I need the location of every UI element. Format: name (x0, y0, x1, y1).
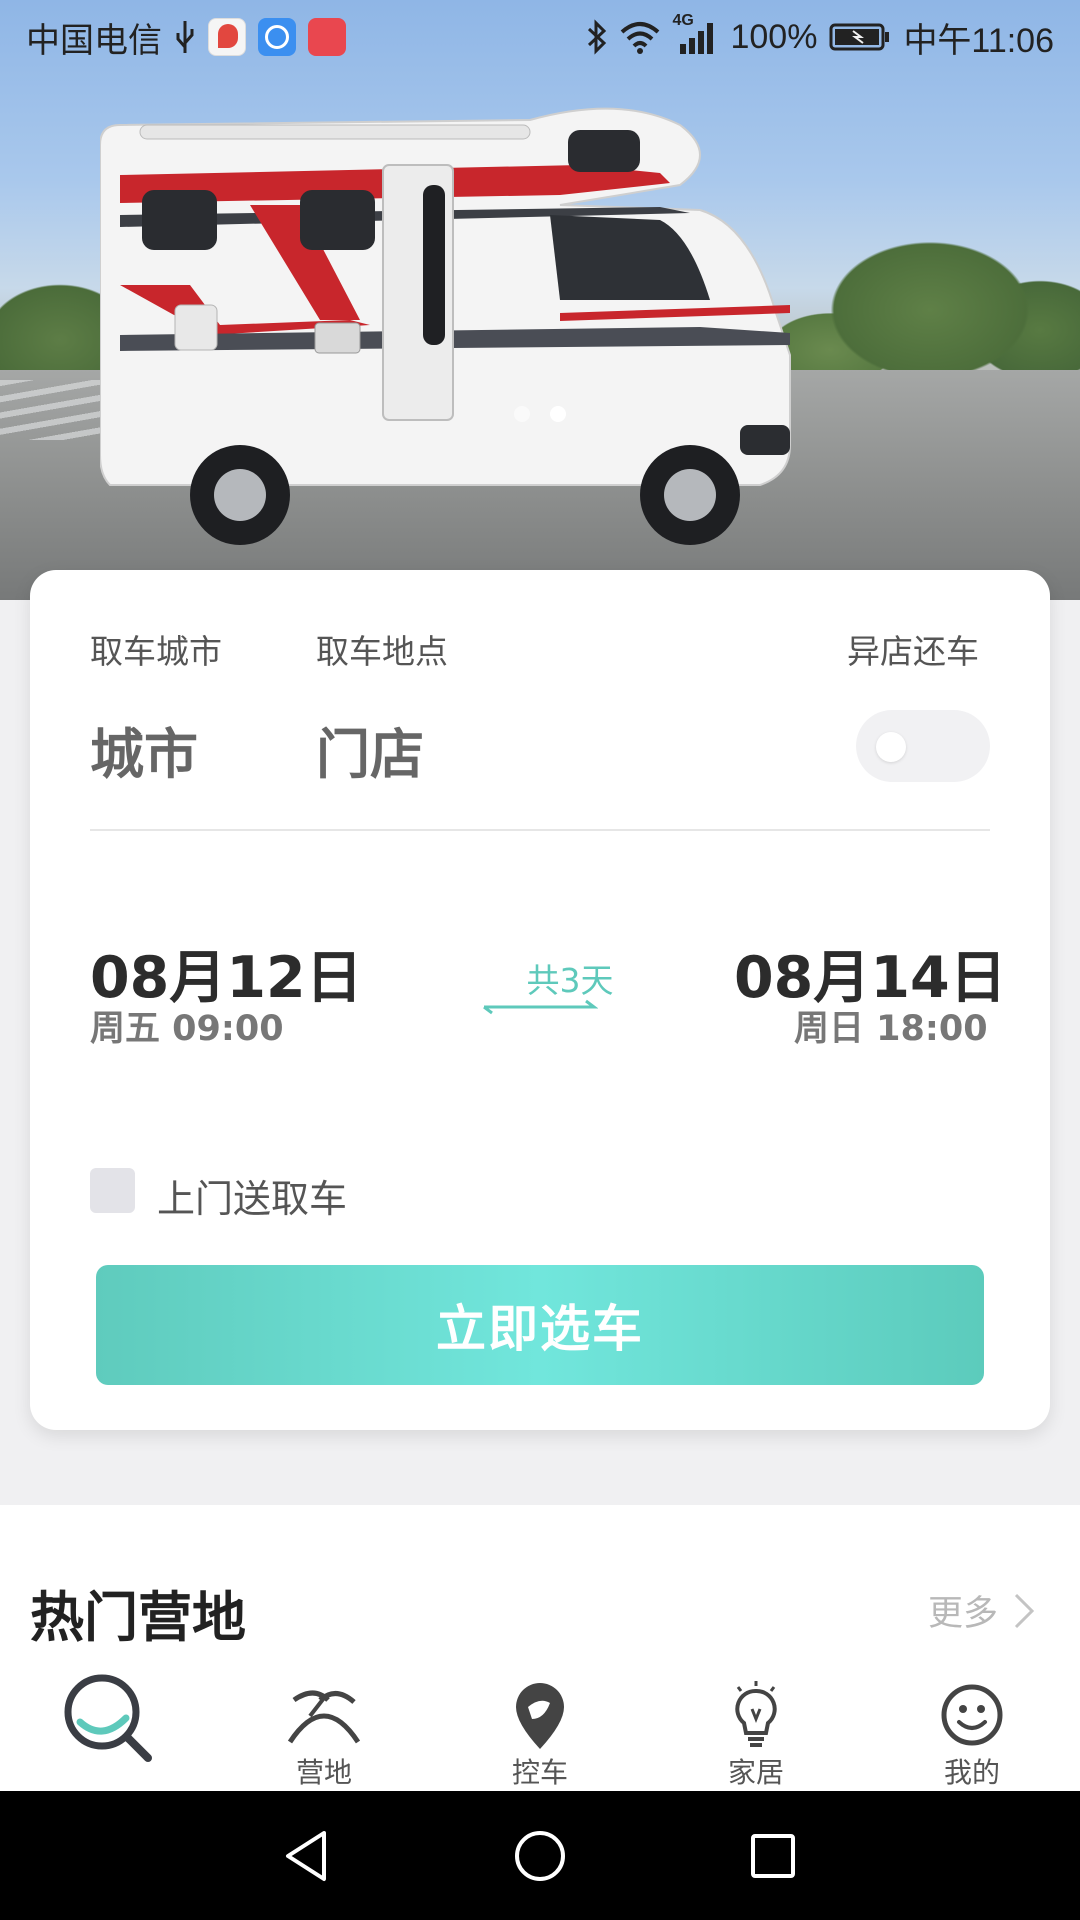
tab-label: 控车 (511, 1756, 568, 1789)
home-icon (514, 1830, 565, 1881)
delivery-label[interactable]: 上门送取车 (157, 1168, 347, 1223)
smiley-icon (939, 1673, 1005, 1757)
rv-image (100, 107, 791, 545)
tab-home-living[interactable]: 家居 (648, 1665, 864, 1791)
end-time[interactable]: 周日 18:00 (794, 1000, 988, 1051)
different-return-label: 异店还车 (847, 633, 979, 670)
tab-profile[interactable]: 我的 (864, 1665, 1080, 1791)
tab-label: 家居 (727, 1756, 784, 1789)
system-nav-bar (0, 1791, 1080, 1920)
bluetooth-icon (586, 19, 608, 55)
back-icon (285, 1830, 326, 1881)
divider (90, 829, 990, 831)
recents-button[interactable] (733, 1816, 813, 1896)
wifi-icon (620, 20, 660, 54)
booking-card: 取车城市 取车地点 异店还车 城市 门店 08月12日 周五 09:00 共3天… (30, 570, 1050, 1430)
clock: 中午11:06 (903, 21, 1054, 60)
pickup-location-value[interactable]: 门店 (316, 710, 424, 789)
battery-icon (829, 22, 891, 52)
cell-signal-icon: 4G (672, 12, 718, 54)
tab-camp[interactable]: 营地 (216, 1665, 432, 1791)
hero-banner[interactable] (0, 0, 1080, 600)
status-bar: 中国电信 4G 100% 中午11:06 (0, 0, 1080, 74)
carousel-dots[interactable] (0, 406, 1080, 422)
more-label[interactable]: 更多 (928, 1585, 998, 1636)
recents-icon (751, 1833, 796, 1878)
tab-car-control[interactable]: 控车 (432, 1665, 648, 1791)
chevron-right-icon (1014, 1593, 1035, 1628)
section-title: 热门营地 (30, 1586, 246, 1649)
delivery-checkbox[interactable] (90, 1168, 135, 1213)
home-button[interactable] (500, 1816, 580, 1896)
carousel-dot[interactable] (514, 406, 530, 422)
carousel-dot-active[interactable] (550, 406, 566, 422)
lightbulb-icon (726, 1673, 786, 1757)
popular-camps-section: 热门营地 更多 (0, 1505, 1080, 1665)
camp-icon (284, 1673, 364, 1757)
battery-percent: 100% (730, 17, 818, 56)
back-button[interactable] (267, 1816, 347, 1896)
car-control-icon (510, 1673, 570, 1757)
pickup-location-label: 取车地点 (316, 633, 448, 670)
signal-type: 4G (672, 12, 694, 29)
pickup-city-label: 取车城市 (90, 633, 222, 670)
more-link[interactable]: 更多 (928, 1585, 1036, 1636)
start-time[interactable]: 周五 09:00 (90, 1000, 284, 1051)
different-return-toggle[interactable] (856, 710, 990, 782)
toggle-knob (876, 732, 906, 762)
carrier-name: 中国电信 (26, 21, 162, 60)
huawei-store-icon (308, 18, 346, 56)
select-car-button[interactable]: 立即选车 (96, 1265, 984, 1385)
baidu-maps-icon (208, 18, 246, 56)
search-icon (60, 1673, 156, 1763)
tab-search[interactable] (0, 1665, 216, 1791)
duration-arrow-icon (483, 999, 598, 1015)
tab-label: 我的 (943, 1756, 1000, 1789)
tab-label: 营地 (295, 1756, 352, 1789)
browser-icon (258, 18, 296, 56)
bottom-tab-bar: 营地 控车 家居 我的 (0, 1665, 1080, 1791)
usb-icon (174, 19, 196, 55)
pickup-city-value[interactable]: 城市 (90, 710, 198, 789)
